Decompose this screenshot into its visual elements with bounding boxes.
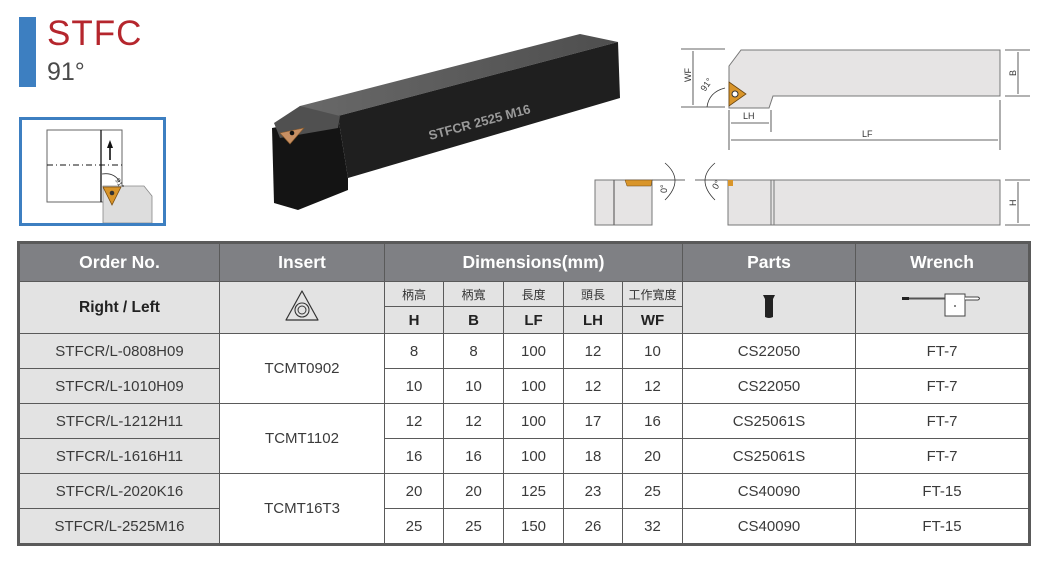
cell-b: 8 [443, 333, 504, 369]
subheader-cjk-h: 柄高 [384, 281, 444, 307]
subheader-sym-h: H [384, 306, 444, 334]
subheader-cjk-lh: 頭長 [563, 281, 623, 307]
cell-order-no: STFCR/L-2020K16 [18, 473, 220, 509]
cell-parts: CS22050 [682, 368, 856, 404]
dim-label-wf: WF [683, 68, 693, 82]
cell-wf: 32 [622, 508, 683, 545]
cell-lh: 12 [563, 333, 623, 369]
cell-h: 10 [384, 368, 444, 404]
cell-lf: 100 [503, 403, 564, 439]
cell-lf: 100 [503, 333, 564, 369]
cell-wrench: FT-15 [855, 473, 1030, 509]
cell-h: 25 [384, 508, 444, 545]
dim-label-h: H [1008, 200, 1018, 207]
table-row: STFCR/L-2525M16 25 25 150 26 32 CS40090 … [18, 508, 1030, 545]
subheader-wrench-icon-cell [855, 281, 1030, 334]
cell-order-no: STFCR/L-1616H11 [18, 438, 220, 474]
table-row: STFCR/L-2020K16 TCMT16T3 20 20 125 23 25… [18, 473, 1030, 545]
subheader-cjk-lf: 長度 [503, 281, 564, 307]
cell-parts: CS22050 [682, 333, 856, 369]
table-row: STFCR/L-1010H09 10 10 100 12 12 CS22050 … [18, 368, 1030, 404]
dim-label-b: B [1008, 70, 1018, 76]
cell-order-no: STFCR/L-1010H09 [18, 368, 220, 404]
cell-wrench: FT-7 [855, 368, 1030, 404]
cell-wf: 20 [622, 438, 683, 474]
cell-wrench: FT-7 [855, 438, 1030, 474]
subheader-right-left: Right / Left [18, 281, 220, 334]
col-header-dimensions: Dimensions(mm) [384, 242, 683, 282]
subheader-sym-b: B [443, 306, 504, 334]
cell-wf: 12 [622, 368, 683, 404]
dim-label-lh: LH [743, 111, 755, 121]
orientation-diagram: 91° [19, 117, 166, 226]
cell-wrench: FT-7 [855, 333, 1030, 369]
subheader-cjk-wf: 工作寬度 [622, 281, 683, 307]
cell-lh: 18 [563, 438, 623, 474]
table-row: STFCR/L-0808H09 TCMT0902 8 8 100 12 10 C… [18, 333, 1030, 404]
subheader-insert-icon-cell [219, 281, 385, 334]
cell-order-no: STFCR/L-0808H09 [18, 333, 220, 369]
table-row: STFCR/L-1616H11 16 16 100 18 20 CS25061S… [18, 438, 1030, 474]
table-row: STFCR/L-1212H11 TCMT1102 12 12 100 17 16… [18, 403, 1030, 474]
cell-lh: 26 [563, 508, 623, 545]
cell-lh: 17 [563, 403, 623, 439]
cell-b: 20 [443, 473, 504, 509]
subheader-sym-lh: LH [563, 306, 623, 334]
cell-parts: CS40090 [682, 473, 856, 509]
cell-insert: TCMT0902 [219, 333, 385, 404]
side-view-dimension-drawing: 0° 0° H [585, 158, 1035, 233]
screw-icon [763, 294, 775, 318]
page-title: STFC [47, 14, 143, 53]
cell-lf: 125 [503, 473, 564, 509]
cell-wf: 10 [622, 333, 683, 369]
cell-insert: TCMT1102 [219, 403, 385, 474]
header-row: Order No. Insert Dimensions(mm) Parts Wr… [18, 242, 1030, 282]
torx-wrench-icon [902, 293, 980, 316]
cell-lf: 150 [503, 508, 564, 545]
workpiece-orientation-icon: 91° [46, 129, 153, 224]
cell-h: 20 [384, 473, 444, 509]
cell-order-no: STFCR/L-2525M16 [18, 508, 220, 545]
cell-lf: 100 [503, 438, 564, 474]
cell-b: 12 [443, 403, 504, 439]
tool-holder-image: STFCR 2525 M16 [260, 28, 620, 218]
subheader-sym-lf: LF [503, 306, 564, 334]
cell-lh: 12 [563, 368, 623, 404]
subheader-sym-wf: WF [622, 306, 683, 334]
col-header-wrench: Wrench [855, 242, 1030, 282]
cell-wf: 25 [622, 473, 683, 509]
col-header-order-no: Order No. [18, 242, 220, 282]
cell-h: 8 [384, 333, 444, 369]
cell-lf: 100 [503, 368, 564, 404]
cell-b: 16 [443, 438, 504, 474]
cell-wf: 16 [622, 403, 683, 439]
triangle-insert-icon [285, 289, 319, 321]
cell-insert: TCMT16T3 [219, 473, 385, 545]
spec-table: Order No. Insert Dimensions(mm) Parts Wr… [17, 241, 1031, 546]
cell-parts: CS25061S [682, 438, 856, 474]
cell-order-no: STFCR/L-1212H11 [18, 403, 220, 439]
dim-label-angle: 91° [698, 76, 714, 93]
cell-wrench: FT-15 [855, 508, 1030, 545]
subheader-parts-icon-cell [682, 281, 856, 334]
cell-parts: CS25061S [682, 403, 856, 439]
top-view-dimension-drawing: WF 91° B LH LF [675, 40, 1040, 150]
dim-label-lf: LF [862, 129, 873, 139]
page-subtitle-angle: 91° [47, 58, 85, 86]
cell-b: 10 [443, 368, 504, 404]
cell-b: 25 [443, 508, 504, 545]
cell-h: 12 [384, 403, 444, 439]
col-header-insert: Insert [219, 242, 385, 282]
cell-lh: 23 [563, 473, 623, 509]
cell-parts: CS40090 [682, 508, 856, 545]
subheader-row: Right / Left 柄高 柄寬 長度 頭長 工作寬度 [18, 281, 1030, 334]
cell-h: 16 [384, 438, 444, 474]
title-accent-bar [19, 17, 36, 87]
cell-wrench: FT-7 [855, 403, 1030, 439]
col-header-parts: Parts [682, 242, 856, 282]
subheader-cjk-b: 柄寬 [443, 281, 504, 307]
side-angle-left: 0° [659, 184, 669, 193]
